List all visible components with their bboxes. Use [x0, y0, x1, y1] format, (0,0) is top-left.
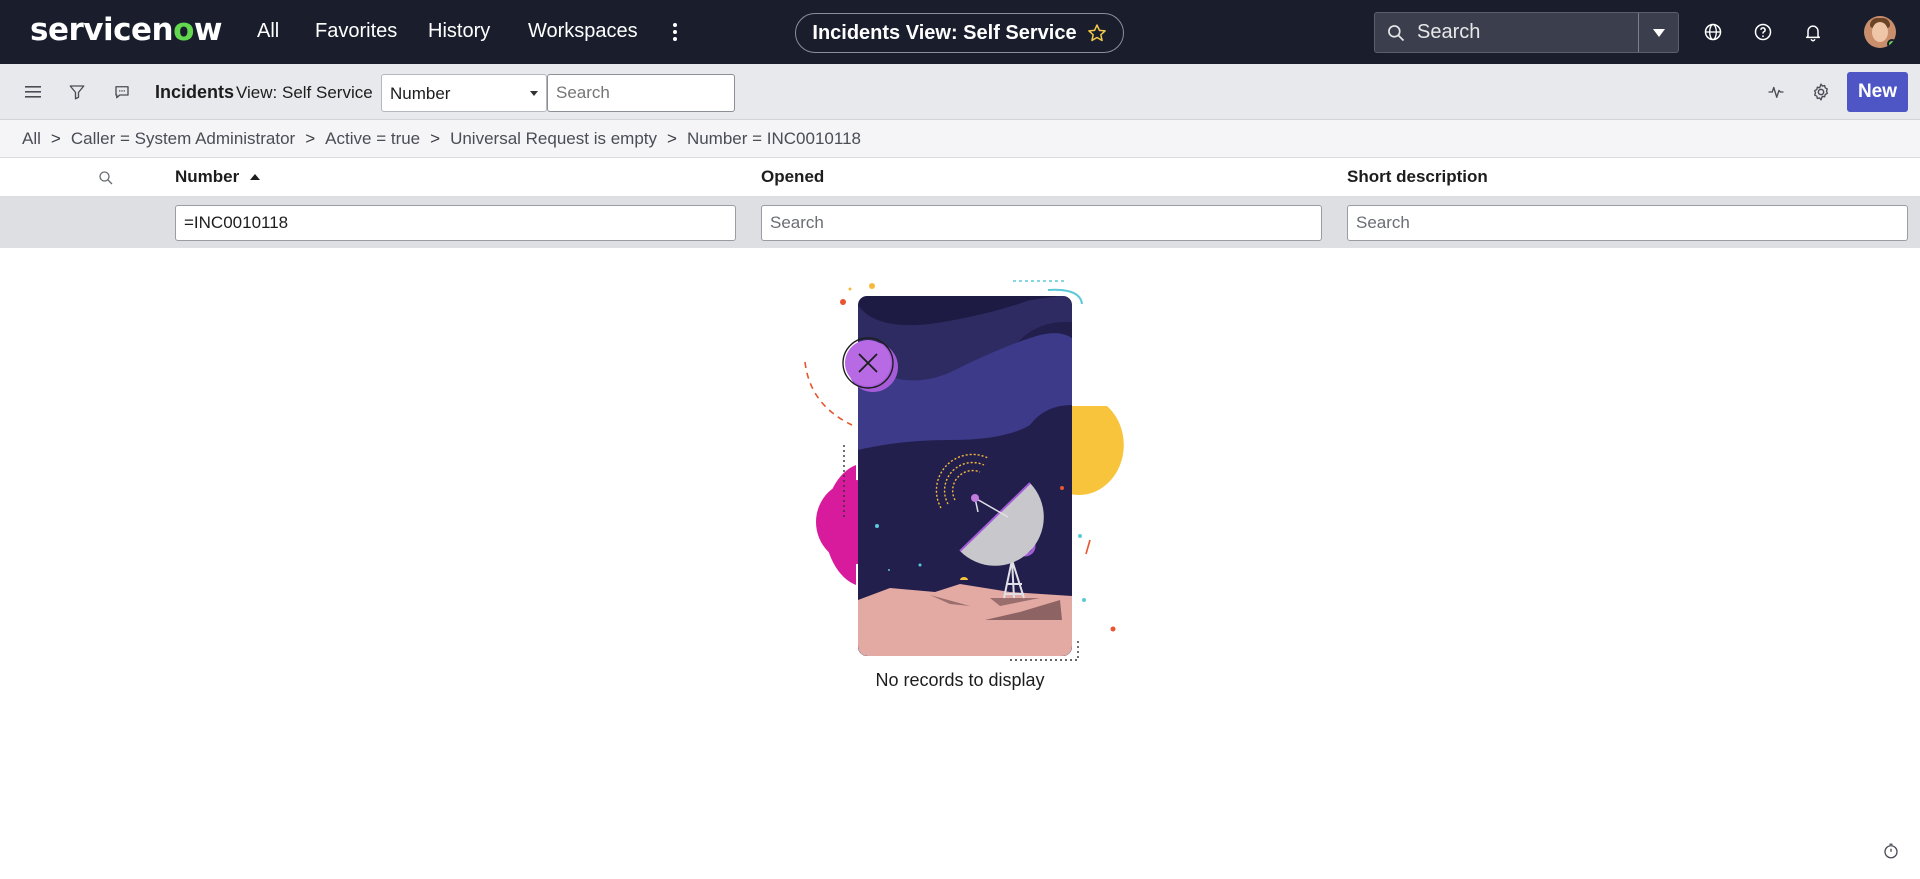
caret-down-icon	[1652, 28, 1665, 37]
search-icon	[1375, 13, 1417, 53]
nav-workspaces[interactable]: Workspaces	[528, 20, 638, 43]
nav-favorites[interactable]: Favorites	[315, 20, 397, 43]
no-records-message: No records to display	[875, 670, 1045, 690]
breadcrumb-item[interactable]: Universal Request is empty	[450, 129, 657, 149]
logo-text-prefix: servicen	[30, 12, 174, 48]
search-field-select[interactable]: Number	[381, 74, 547, 112]
response-time-icon[interactable]	[1882, 842, 1900, 860]
column-header-label: Number	[175, 167, 240, 186]
list-toolbar: Incidents View: Self Service Number New	[0, 64, 1920, 120]
opened-column-search[interactable]	[761, 205, 1322, 241]
breadcrumb-separator: >	[667, 128, 677, 148]
nav-history[interactable]: History	[428, 20, 490, 43]
column-header-short-description[interactable]: Short description	[1347, 158, 1488, 196]
column-header-label: Short description	[1347, 167, 1488, 186]
column-search-row	[0, 197, 1920, 248]
logo-text-suffix: w	[193, 12, 223, 48]
list-title[interactable]: Incidents	[155, 82, 234, 103]
context-title: Incidents View: Self Service	[812, 21, 1077, 44]
breadcrumb-separator: >	[305, 128, 316, 148]
breadcrumb-item[interactable]: Active = true	[325, 129, 420, 149]
list-search-input[interactable]	[547, 74, 735, 112]
filter-icon[interactable]	[66, 81, 88, 103]
breadcrumb-item[interactable]: All	[22, 129, 41, 149]
column-header-opened[interactable]: Opened	[761, 158, 824, 196]
breadcrumb-item[interactable]: Caller = System Administrator	[71, 129, 295, 149]
number-column-search[interactable]	[175, 205, 736, 241]
user-avatar[interactable]	[1864, 16, 1896, 48]
context-title-pill[interactable]: Incidents View: Self Service	[795, 13, 1124, 53]
column-header-label: Opened	[761, 167, 825, 186]
breadcrumb-separator: >	[50, 128, 61, 148]
search-field-value: Number	[390, 84, 451, 103]
help-icon[interactable]	[1751, 20, 1775, 44]
no-records-illustration	[804, 280, 1124, 661]
search-scope-dropdown[interactable]	[1638, 13, 1678, 52]
nav-all[interactable]: All	[257, 20, 279, 43]
pulse-activity-icon[interactable]	[1765, 81, 1787, 103]
global-search[interactable]: Search	[1374, 12, 1679, 53]
list-view-label[interactable]: View: Self Service	[236, 83, 373, 103]
logo-text-o: o	[173, 12, 194, 48]
filter-breadcrumb: All > Caller = System Administrator > Ac…	[0, 120, 1920, 158]
notifications-bell-icon[interactable]	[1801, 20, 1825, 44]
breadcrumb-item[interactable]: Number = INC0010118	[687, 129, 861, 149]
more-menu-icon[interactable]	[669, 20, 681, 44]
hamburger-menu-icon[interactable]	[22, 81, 44, 103]
select-arrow-icon	[530, 91, 538, 96]
column-search-toggle-icon[interactable]	[94, 166, 118, 190]
top-navigation: servicenow All Favorites History Workspa…	[0, 0, 1920, 64]
servicenow-logo[interactable]: servicenow	[30, 12, 223, 48]
activity-stream-icon[interactable]	[111, 81, 133, 103]
settings-gear-icon[interactable]	[1810, 81, 1832, 103]
short-description-column-search[interactable]	[1347, 205, 1908, 241]
globe-icon[interactable]	[1701, 20, 1725, 44]
breadcrumb-separator: >	[430, 128, 441, 148]
online-status-indicator	[1887, 39, 1896, 48]
sort-ascending-icon	[250, 174, 261, 180]
favorite-star-icon[interactable]	[1087, 23, 1107, 43]
new-record-button[interactable]: New	[1847, 72, 1908, 112]
column-header-number[interactable]: Number	[175, 158, 261, 196]
global-search-placeholder[interactable]: Search	[1417, 21, 1638, 44]
